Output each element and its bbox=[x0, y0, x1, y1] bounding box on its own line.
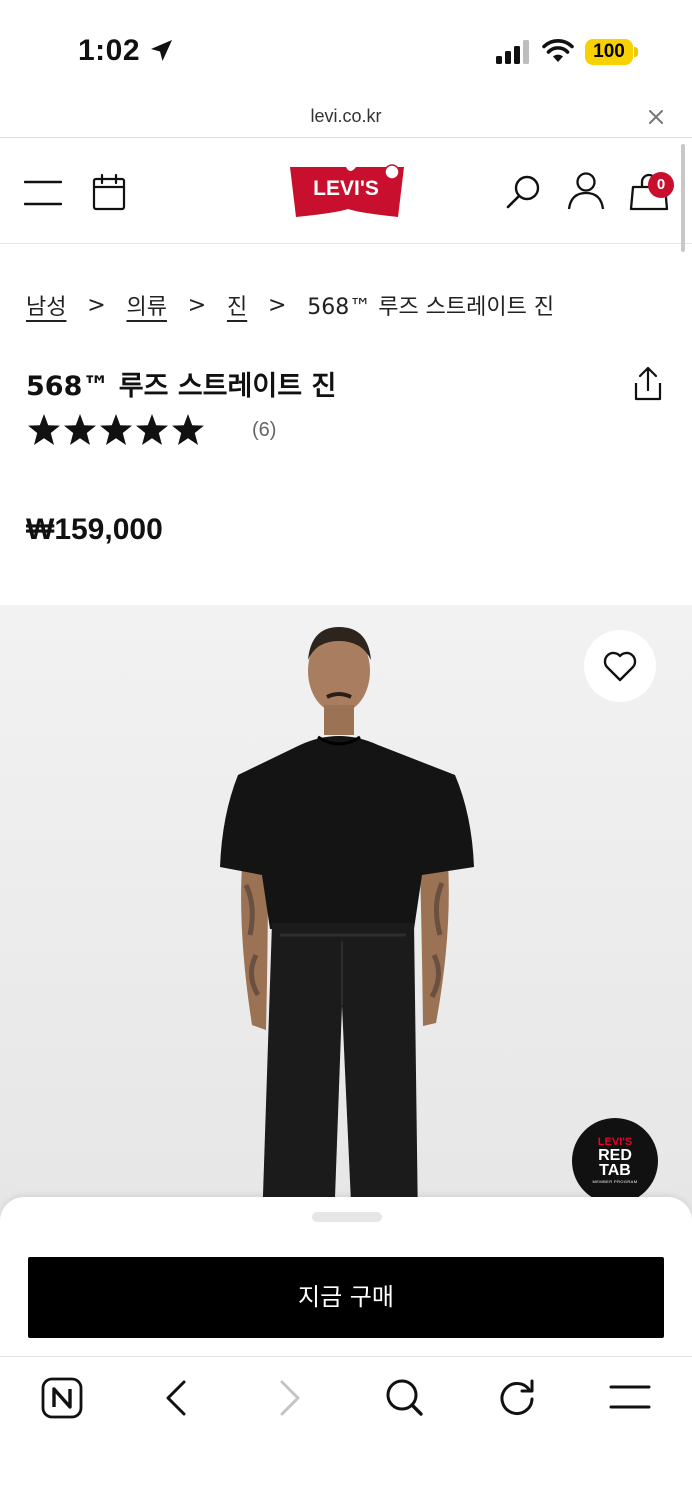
red-tab-line1: RED bbox=[598, 1147, 632, 1164]
buy-now-button[interactable]: 지금 구매 bbox=[28, 1257, 664, 1338]
red-tab-line2: TAB bbox=[599, 1162, 631, 1179]
scroll-indicator bbox=[681, 144, 685, 252]
star-icon bbox=[28, 414, 60, 445]
cart-count-badge[interactable]: 0 bbox=[648, 172, 674, 198]
star-icon bbox=[172, 414, 204, 445]
reload-icon[interactable] bbox=[497, 1377, 537, 1417]
rating-stars bbox=[26, 412, 206, 448]
star-icon bbox=[136, 414, 168, 445]
breadcrumb-separator: > bbox=[268, 292, 287, 318]
share-icon[interactable] bbox=[632, 366, 664, 402]
battery-cap bbox=[634, 47, 638, 57]
search-icon[interactable] bbox=[384, 1377, 424, 1417]
calendar-icon[interactable] bbox=[92, 173, 126, 211]
red-tab-line3: MEMBER PROGRAM bbox=[592, 1179, 638, 1184]
url-bar[interactable]: levi.co.kr bbox=[0, 100, 692, 138]
product-title: 568™ 루즈 스트레이트 진 bbox=[26, 371, 337, 402]
levis-logo[interactable]: LEVI'S bbox=[288, 163, 406, 219]
logo-text: LEVI'S bbox=[313, 177, 379, 200]
menu-icon[interactable] bbox=[24, 179, 62, 207]
red-tab-badge[interactable]: LEVI'S RED TAB MEMBER PROGRAM bbox=[572, 1118, 658, 1204]
url-domain[interactable]: levi.co.kr bbox=[0, 106, 692, 127]
naver-home-icon[interactable] bbox=[41, 1377, 83, 1419]
search-icon[interactable] bbox=[505, 173, 543, 211]
breadcrumb: 남성 > 의류 > 진 > 568™ 루즈 스트레이트 진 bbox=[26, 288, 554, 322]
wishlist-button[interactable] bbox=[584, 630, 656, 702]
breadcrumb-item-men[interactable]: 남성 bbox=[26, 289, 66, 321]
breadcrumb-separator: > bbox=[187, 292, 207, 318]
account-icon[interactable] bbox=[567, 171, 605, 211]
breadcrumb-item-clothing[interactable]: 의류 bbox=[126, 289, 166, 321]
breadcrumb-current: 568™ 루즈 스트레이트 진 bbox=[307, 295, 555, 320]
breadcrumb-item-jeans[interactable]: 진 bbox=[227, 289, 247, 321]
back-icon[interactable] bbox=[162, 1380, 190, 1416]
star-icon bbox=[100, 414, 132, 445]
star-icon bbox=[64, 414, 96, 445]
cellular-signal-icon bbox=[496, 40, 529, 64]
wifi-icon bbox=[542, 39, 574, 62]
review-count[interactable]: (6) bbox=[252, 419, 276, 442]
status-bar: 1:02 100 bbox=[0, 0, 692, 100]
breadcrumb-separator: > bbox=[87, 292, 106, 318]
close-icon[interactable] bbox=[646, 107, 666, 127]
forward-icon bbox=[280, 1380, 300, 1416]
product-price: ₩159,000 bbox=[26, 513, 163, 546]
sheet-handle[interactable] bbox=[312, 1212, 382, 1222]
menu-icon[interactable] bbox=[609, 1384, 651, 1410]
battery-icon: 100 bbox=[585, 39, 633, 65]
status-time: 1:02 bbox=[78, 34, 141, 67]
heart-icon bbox=[603, 651, 637, 682]
location-arrow-icon bbox=[151, 40, 172, 61]
browser-toolbar bbox=[0, 1356, 692, 1500]
